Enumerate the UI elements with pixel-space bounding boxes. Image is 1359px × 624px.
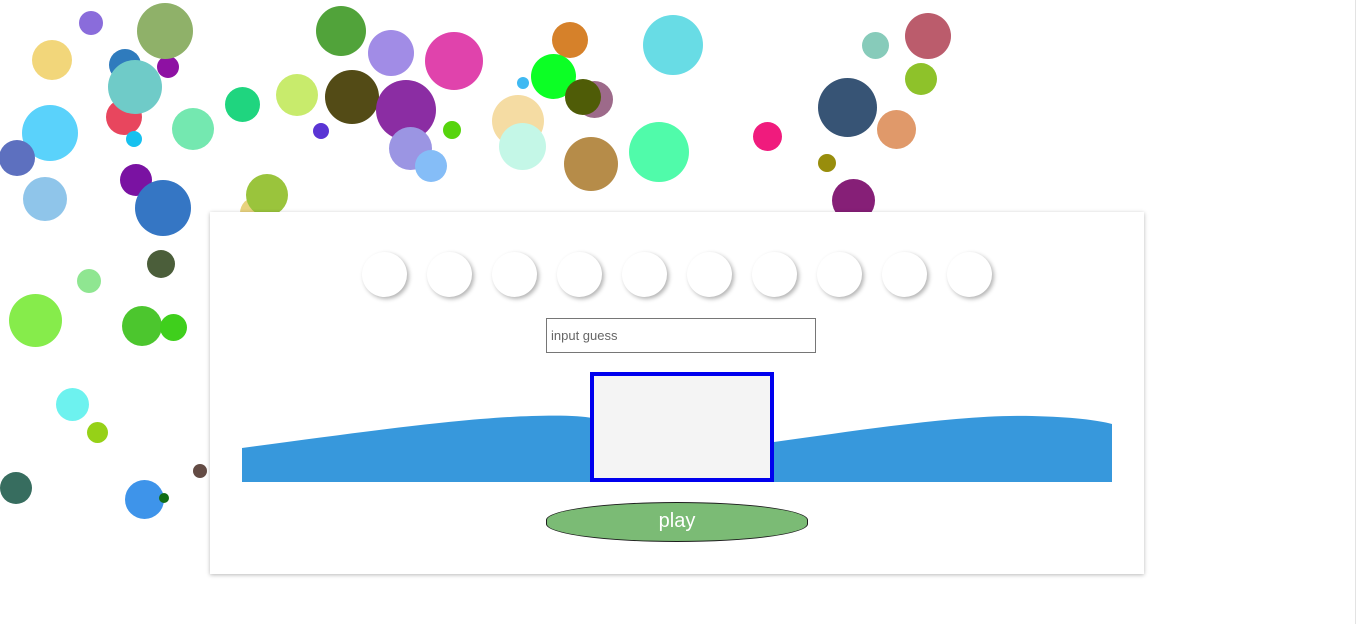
right-wave-shape <box>774 415 1112 482</box>
guess-slot <box>687 252 732 297</box>
guess-slot <box>492 252 537 297</box>
decorative-bubble <box>135 180 191 236</box>
decorative-bubble <box>752 121 782 151</box>
decorative-bubble <box>23 177 67 221</box>
guess-slot <box>362 252 407 297</box>
decorative-bubble <box>276 74 318 116</box>
decorative-bubble <box>818 154 836 172</box>
guess-slots-row <box>362 252 1002 300</box>
game-card: play <box>210 212 1144 574</box>
decorative-bubble <box>224 86 260 122</box>
decorative-bubble <box>905 63 937 95</box>
guess-slot <box>752 252 797 297</box>
decorative-bubble <box>122 306 162 346</box>
decorative-bubble <box>0 472 32 504</box>
decorative-bubble <box>193 464 207 478</box>
decorative-bubble <box>126 131 142 147</box>
decorative-bubble <box>147 250 175 278</box>
decorative-bubble <box>905 13 951 59</box>
decorative-bubble <box>517 77 529 89</box>
decorative-bubble <box>325 70 379 124</box>
decorative-bubble <box>643 15 703 75</box>
left-wave-shape <box>242 415 592 482</box>
guess-slot <box>947 252 992 297</box>
decorative-bubble <box>0 140 35 176</box>
decorative-bubble <box>876 109 916 149</box>
number-display-box <box>590 372 774 482</box>
decorative-bubble <box>157 56 179 78</box>
decorative-bubble <box>415 150 447 182</box>
guess-slot <box>622 252 667 297</box>
decorative-bubble <box>498 122 546 170</box>
decorative-bubble <box>629 122 689 182</box>
decorative-bubble <box>425 32 483 90</box>
decorative-bubble <box>313 123 329 139</box>
decorative-bubble <box>86 421 108 443</box>
decorative-bubble <box>861 31 889 59</box>
decorative-bubble <box>565 79 601 115</box>
decorative-bubble <box>124 479 164 519</box>
guess-input[interactable] <box>546 318 816 353</box>
guess-slot <box>882 252 927 297</box>
decorative-bubble <box>316 6 366 56</box>
decorative-bubble <box>564 137 618 191</box>
page-edge-divider <box>1355 0 1356 624</box>
decorative-bubble <box>77 269 101 293</box>
play-button[interactable]: play <box>546 502 808 542</box>
decorative-bubble <box>32 40 72 80</box>
game-page: play <box>0 0 1359 624</box>
decorative-bubble <box>108 60 162 114</box>
guess-slot <box>427 252 472 297</box>
decorative-bubble <box>368 30 414 76</box>
decorative-bubble <box>137 3 193 59</box>
guess-slot <box>817 252 862 297</box>
decorative-bubble <box>159 493 169 503</box>
decorative-bubble <box>817 77 877 137</box>
decorative-bubble <box>159 313 187 341</box>
decorative-bubble <box>55 387 89 421</box>
decorative-bubble <box>8 293 62 347</box>
play-button-label: play <box>658 510 696 532</box>
decorative-bubble <box>172 108 214 150</box>
guess-slot <box>557 252 602 297</box>
decorative-bubble <box>79 11 103 35</box>
decorative-bubble <box>552 22 588 58</box>
decorative-bubble <box>443 121 461 139</box>
decorative-bubble <box>246 174 288 216</box>
